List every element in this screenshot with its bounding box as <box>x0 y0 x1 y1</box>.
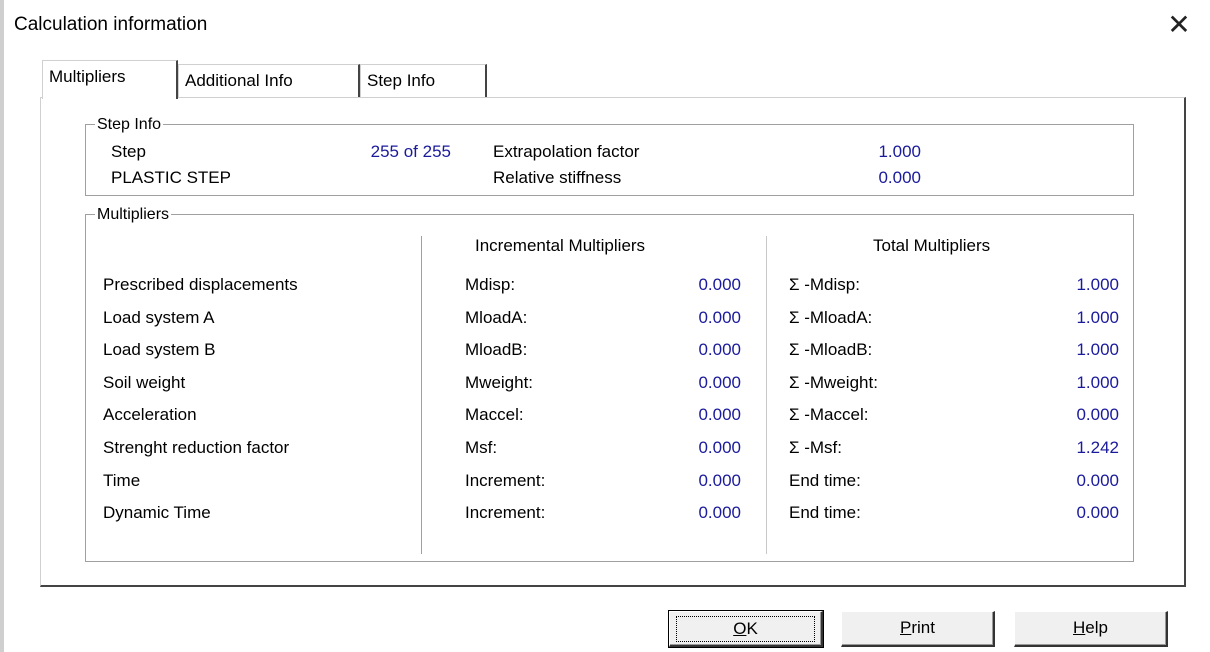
step-info-group-label: Step Info <box>95 116 164 134</box>
total-name: Σ -MloadB: <box>789 340 873 359</box>
incremental-multipliers-header: Incremental Multipliers <box>475 236 646 255</box>
incremental-name: MloadA: <box>465 308 528 327</box>
total-value: 0.000 <box>1076 405 1119 424</box>
print-mnemonic: P <box>900 618 912 637</box>
calculation-information-dialog: Calculation information ✕ Multipliers Ad… <box>0 0 1210 652</box>
row-label: Prescribed displacements <box>103 275 298 294</box>
step-type-label: PLASTIC STEP <box>111 168 231 187</box>
step-label: Step <box>111 142 146 161</box>
relative-stiffness-value: 0.000 <box>878 168 921 187</box>
column-divider <box>766 236 767 554</box>
incremental-name: Maccel: <box>465 405 524 424</box>
total-value: 1.000 <box>1076 308 1119 327</box>
column-divider <box>421 236 422 554</box>
ok-label-rest: K <box>746 619 758 638</box>
total-value: 1.000 <box>1076 340 1119 359</box>
total-value: 1.242 <box>1076 438 1119 457</box>
dialog-title: Calculation information <box>14 14 208 35</box>
ok-button-focus: OK <box>676 616 815 642</box>
help-mnemonic: H <box>1073 618 1086 637</box>
multipliers-group-label: Multipliers <box>95 206 172 224</box>
tab-multipliers[interactable]: Multipliers <box>42 60 178 99</box>
incremental-value: 0.000 <box>698 340 741 359</box>
total-value: 0.000 <box>1076 503 1119 522</box>
incremental-value: 0.000 <box>698 373 741 392</box>
total-name: Σ -Mdisp: <box>789 275 860 294</box>
ok-button[interactable]: OK <box>668 610 824 648</box>
total-value: 1.000 <box>1076 275 1119 294</box>
total-name: Σ -Mweight: <box>789 373 878 392</box>
row-label: Load system A <box>103 308 215 327</box>
incremental-value: 0.000 <box>698 503 741 522</box>
relative-stiffness-label: Relative stiffness <box>493 168 622 187</box>
incremental-name: Increment: <box>465 471 546 490</box>
incremental-name: MloadB: <box>465 340 528 359</box>
help-button[interactable]: Help <box>1014 611 1168 647</box>
total-name: Σ -Msf: <box>789 438 843 457</box>
total-name: End time: <box>789 471 861 490</box>
close-icon[interactable]: ✕ <box>1164 10 1194 40</box>
step-value: 255 of 255 <box>370 142 451 161</box>
row-label: Soil weight <box>103 373 186 392</box>
incremental-value: 0.000 <box>698 275 741 294</box>
incremental-value: 0.000 <box>698 405 741 424</box>
incremental-name: Mdisp: <box>465 275 516 294</box>
total-value: 1.000 <box>1076 373 1119 392</box>
row-label: Load system B <box>103 340 216 359</box>
row-label: Strenght reduction factor <box>103 438 290 457</box>
ok-mnemonic: O <box>733 619 747 638</box>
total-name: End time: <box>789 503 861 522</box>
total-multipliers-header: Total Multipliers <box>873 236 991 255</box>
incremental-name: Increment: <box>465 503 546 522</box>
incremental-name: Msf: <box>465 438 498 457</box>
incremental-value: 0.000 <box>698 471 741 490</box>
help-label-rest: elp <box>1085 618 1108 637</box>
extrapolation-factor-label: Extrapolation factor <box>493 142 640 161</box>
incremental-value: 0.000 <box>698 438 741 457</box>
multipliers-group <box>85 214 1134 562</box>
tab-panel-multipliers: Step Info Step 255 of 255 PLASTIC STEP E… <box>40 97 1186 587</box>
row-label: Time <box>103 471 141 490</box>
tab-additional-info[interactable]: Additional Info <box>178 64 360 98</box>
incremental-name: Mweight: <box>465 373 534 392</box>
total-value: 0.000 <box>1076 471 1119 490</box>
total-name: Σ -Maccel: <box>789 405 869 424</box>
row-label: Dynamic Time <box>103 503 211 522</box>
extrapolation-factor-value: 1.000 <box>878 142 921 161</box>
window-edge <box>0 0 4 652</box>
total-name: Σ -MloadA: <box>789 308 873 327</box>
print-button[interactable]: Print <box>841 611 995 647</box>
print-label-rest: rint <box>911 618 935 637</box>
tab-step-info[interactable]: Step Info <box>360 64 487 98</box>
row-label: Acceleration <box>103 405 197 424</box>
incremental-value: 0.000 <box>698 308 741 327</box>
